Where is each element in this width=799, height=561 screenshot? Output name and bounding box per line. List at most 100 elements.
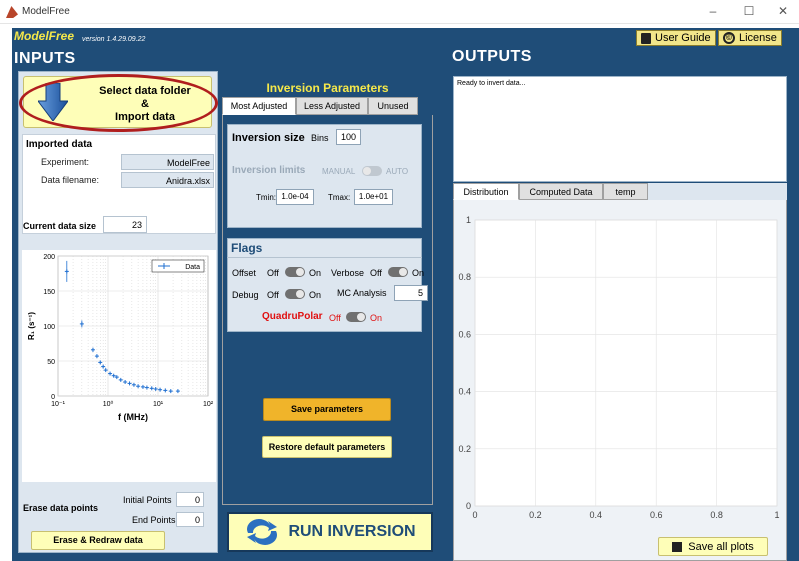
user-guide-button[interactable]: User Guide: [636, 30, 716, 46]
x-tick-label: 10⁰: [103, 400, 114, 408]
tmax-label: Tmax:: [328, 193, 351, 202]
x-tick-label: 0.8: [710, 510, 723, 520]
window-titlebar: ModelFree – ☐ ✕: [0, 0, 799, 24]
tab-most-adjusted[interactable]: Most Adjusted: [222, 97, 296, 115]
y-tick-label: 200: [43, 254, 55, 261]
bins-input[interactable]: 100: [336, 129, 361, 145]
inversion-tabs: Most Adjusted Less Adjusted Unused: [222, 97, 433, 115]
select-data-folder-button[interactable]: Select data folder & Import data: [23, 76, 212, 128]
erase-redraw-button[interactable]: Erase & Redraw data: [31, 531, 165, 550]
inversion-limits-label: Inversion limits: [232, 165, 306, 176]
y-tick-label: 100: [43, 324, 55, 331]
license-label: License: [739, 32, 777, 44]
quadrupolar-toggle[interactable]: [346, 312, 366, 322]
distribution-chart-container: 0 0.2 0.4 0.6 0.8 1 0 0.2 0.4 0.6 0.8 1: [453, 210, 787, 532]
end-points-input[interactable]: 0: [176, 512, 204, 527]
select-label-line1: Select data folder: [99, 85, 191, 97]
mc-analysis-input[interactable]: 5: [394, 285, 428, 301]
debug-off-label: Off: [267, 290, 279, 300]
user-guide-label: User Guide: [655, 32, 711, 44]
x-tick-label: 10⁻¹: [51, 401, 65, 408]
version-label: version 1.4.29.09.22: [82, 36, 146, 43]
erase-data-points-label: Erase data points: [23, 503, 99, 513]
initial-points-input[interactable]: 0: [176, 492, 204, 507]
y-tick-label: 0: [51, 394, 55, 401]
x-tick-label: 0.2: [529, 510, 542, 520]
y-tick-label: 0.4: [458, 387, 471, 397]
end-points-label: End Points: [132, 515, 176, 525]
inversion-parameters-title: Inversion Parameters: [266, 81, 389, 95]
offset-on-label: On: [309, 268, 322, 278]
limits-toggle-knob: [363, 167, 371, 175]
close-button[interactable]: ✕: [772, 4, 794, 18]
current-data-size-value: 23: [103, 216, 147, 233]
verbose-toggle-knob: [399, 268, 407, 276]
debug-toggle[interactable]: [285, 289, 305, 299]
quadrupolar-on-label: On: [370, 313, 383, 323]
offset-toggle[interactable]: [285, 267, 305, 277]
offset-off-label: Off: [267, 268, 279, 278]
verbose-label: Verbose: [331, 268, 365, 278]
x-tick-label: 1: [774, 510, 779, 520]
flags-title: Flags: [227, 238, 422, 258]
data-chart: 0 50 100 150 200 10⁻¹ 10⁰ 10¹ 10² f (MHz) R₁ (s⁻¹)…: [27, 254, 214, 422]
limits-toggle[interactable]: [362, 166, 382, 176]
tab-temp[interactable]: temp: [603, 183, 648, 200]
minimize-button[interactable]: –: [702, 4, 724, 18]
x-tick-label: 0.6: [650, 510, 663, 520]
inversion-size-label: Inversion size: [232, 132, 305, 144]
plot-area: [474, 219, 778, 507]
current-data-size-label: Current data size: [23, 221, 97, 231]
inversion-size-box: Inversion size Bins 100 Inversion limits…: [227, 124, 422, 228]
chart-legend: Data: [151, 259, 205, 273]
y-tick-label: 0.8: [458, 272, 471, 282]
experiment-value: ModelFree: [121, 154, 214, 170]
x-axis-label: f (MHz): [118, 412, 148, 422]
data-filename-value: Anidra.xlsx: [121, 172, 214, 188]
initial-points-label: Initial Points: [123, 495, 172, 505]
experiment-label: Experiment:: [41, 157, 90, 167]
y-tick-label: 0.2: [458, 444, 471, 454]
verbose-toggle[interactable]: [388, 267, 408, 277]
tab-computed-data[interactable]: Computed Data: [519, 183, 603, 200]
app-icon: [6, 6, 18, 18]
output-tabs: Distribution Computed Data temp: [453, 183, 787, 200]
x-tick-label: 10¹: [153, 401, 164, 408]
outputs-title: OUTPUTS: [452, 48, 532, 65]
save-parameters-button[interactable]: Save parameters: [263, 398, 391, 421]
tmax-input[interactable]: 1.0e+01: [354, 189, 393, 205]
select-button-label: Select data folder & Import data: [80, 85, 210, 124]
copyright-icon: ©: [723, 32, 735, 44]
output-log: Ready to invert data...: [453, 76, 787, 182]
save-all-plots-button[interactable]: Save all plots: [658, 537, 768, 556]
debug-on-label: On: [309, 290, 322, 300]
verbose-off-label: Off: [370, 268, 382, 278]
tab-less-adjusted[interactable]: Less Adjusted: [296, 97, 368, 115]
tmin-input[interactable]: 1.0e-04: [276, 189, 314, 205]
license-button[interactable]: © License: [718, 30, 782, 46]
manual-label: MANUAL: [322, 167, 356, 176]
offset-label: Offset: [232, 268, 256, 278]
mc-analysis-label: MC Analysis: [337, 288, 387, 298]
book-icon: [641, 32, 651, 44]
bins-label: Bins: [311, 133, 329, 143]
y-axis-label: R₁ (s⁻¹): [27, 312, 36, 340]
run-inversion-button[interactable]: RUN INVERSION: [227, 512, 433, 552]
y-tick-label: 50: [47, 359, 55, 366]
quadrupolar-toggle-knob: [357, 313, 365, 321]
debug-label: Debug: [232, 290, 259, 300]
tab-unused[interactable]: Unused: [368, 97, 418, 115]
distribution-chart: 0 0.2 0.4 0.6 0.8 1 0 0.2 0.4 0.6 0.8 1: [458, 215, 779, 520]
restore-default-parameters-button[interactable]: Restore default parameters: [262, 436, 392, 458]
select-label-line2: &: [141, 98, 149, 110]
x-tick-label: 10²: [203, 401, 214, 408]
down-arrow-icon: [38, 83, 68, 121]
legend-label: Data: [185, 264, 200, 271]
quadrupolar-off-label: Off: [329, 313, 341, 323]
tab-distribution[interactable]: Distribution: [453, 183, 519, 200]
x-tick-label: 0.4: [590, 510, 603, 520]
quadrupolar-label: QuadruPolar: [262, 311, 323, 322]
y-tick-label: 0.6: [458, 329, 471, 339]
refresh-arrows-icon: [247, 519, 278, 545]
maximize-button[interactable]: ☐: [738, 4, 760, 18]
